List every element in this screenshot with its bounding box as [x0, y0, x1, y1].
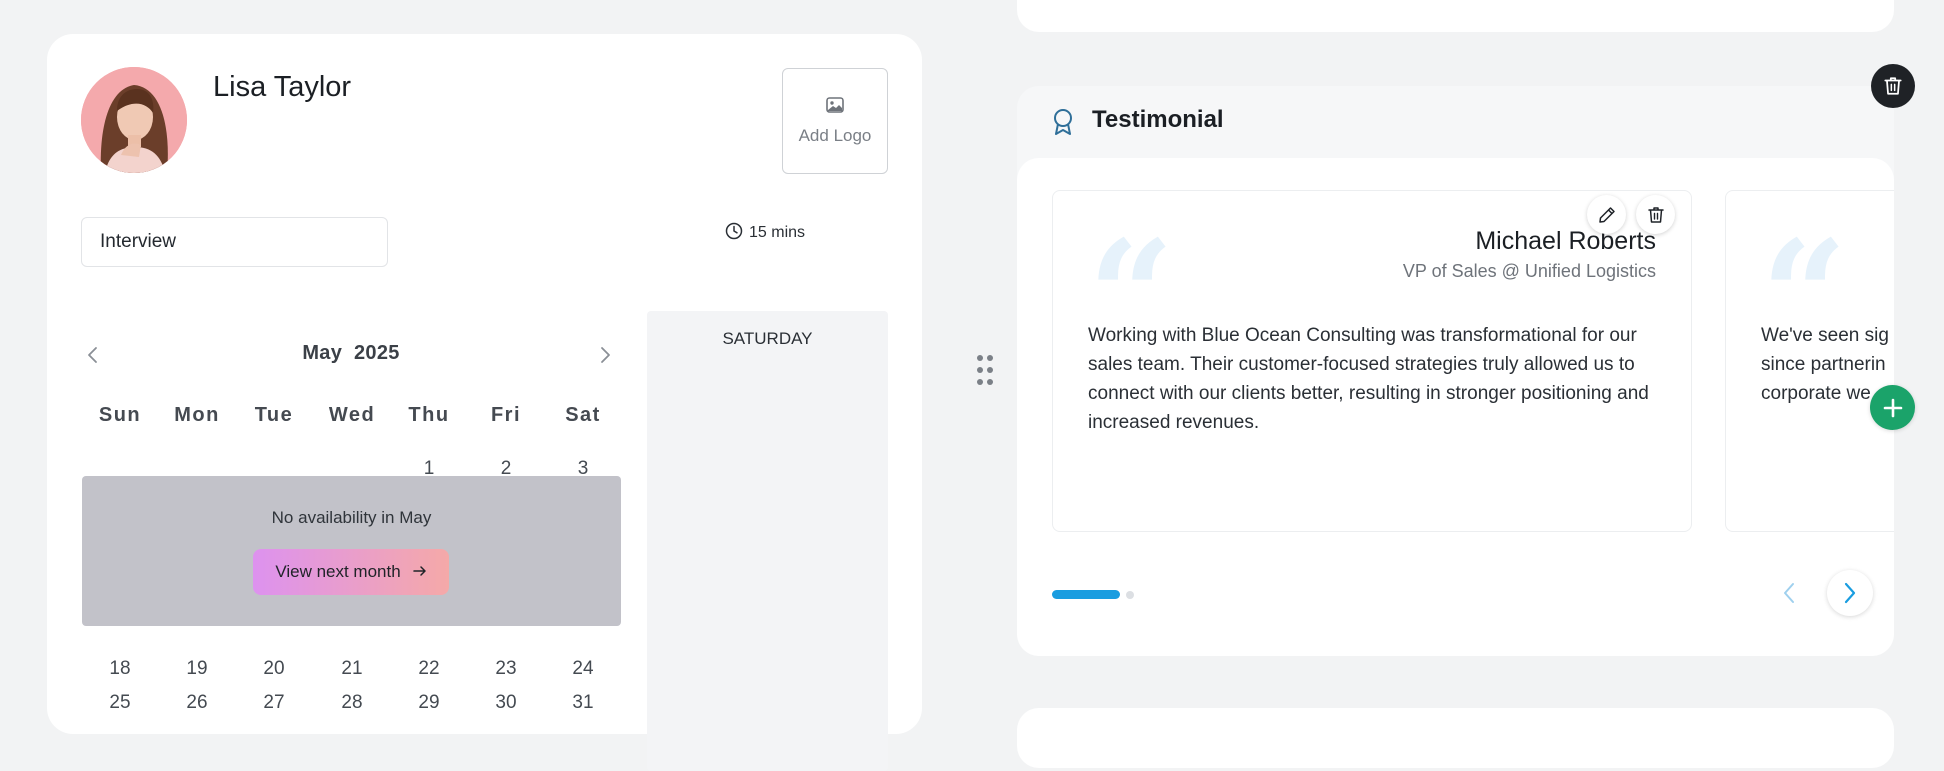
weekday-wed: Wed: [328, 404, 376, 426]
chevron-left-icon: [1784, 583, 1794, 603]
chevron-left-icon: [88, 347, 97, 363]
edit-testimonial-button[interactable]: [1587, 195, 1626, 234]
calendar-day[interactable]: 28: [313, 692, 391, 714]
testimonial-role: VP of Sales @ Unified Logistics: [1402, 261, 1656, 281]
calendar-day[interactable]: 22: [390, 658, 468, 680]
calendar-day[interactable]: 23: [467, 658, 545, 680]
carousel-prev-button[interactable]: [1767, 571, 1811, 615]
no-availability-overlay: No availability in May View next month: [82, 476, 621, 626]
weekday-tue: Tue: [254, 404, 294, 426]
drag-handle-icon[interactable]: [975, 355, 997, 389]
previous-section-card: [1017, 0, 1894, 32]
pagination-dot-active[interactable]: [1052, 590, 1120, 599]
calendar-day[interactable]: 30: [467, 692, 545, 714]
next-section-card: [1017, 708, 1894, 768]
calendar-day[interactable]: 27: [235, 692, 313, 714]
testimonial-section: Testimonial “ Michael Roberts VP of Sale…: [1017, 86, 1894, 656]
testimonial-card: “ We've seen sig since partnerin corpora…: [1725, 190, 1894, 532]
chevron-right-icon: [1844, 582, 1856, 604]
section-title: Testimonial: [1092, 106, 1224, 133]
quote-icon: “: [1088, 221, 1174, 291]
next-month-button[interactable]: [593, 343, 617, 367]
clock-icon: [725, 222, 743, 245]
view-next-month-label: View next month: [275, 562, 401, 581]
calendar-day[interactable]: 20: [235, 658, 313, 680]
testimonial-section-header: Testimonial: [1017, 86, 1894, 158]
previous-month-button[interactable]: [81, 343, 105, 367]
calendar-day[interactable]: 26: [158, 692, 236, 714]
weekday-thu: Thu: [408, 404, 450, 426]
duration-info: 15 mins: [725, 220, 805, 246]
testimonial-card-actions: [1587, 195, 1675, 234]
carousel-pagination: [1052, 590, 1134, 599]
duration-label: 15 mins: [749, 224, 806, 241]
testimonial-carousel: “ Michael Roberts VP of Sales @ Unified …: [1017, 158, 1894, 656]
host-name: Lisa Taylor: [213, 71, 352, 103]
carousel-next-button[interactable]: [1827, 570, 1873, 616]
trash-icon: [1884, 77, 1902, 95]
calendar-month-label: May 2025: [81, 342, 621, 365]
add-section-button[interactable]: [1870, 385, 1915, 430]
view-next-month-button[interactable]: View next month: [253, 549, 449, 595]
no-availability-message: No availability in May: [271, 508, 432, 527]
trash-icon: [1647, 206, 1664, 223]
calendar-day[interactable]: 29: [390, 692, 468, 714]
time-slots-column: SATURDAY: [647, 311, 888, 771]
calendar-day[interactable]: 19: [158, 658, 236, 680]
booking-card: Lisa Taylor Add Logo Interview 15 mins M…: [47, 34, 922, 771]
arrow-right-icon: [412, 562, 427, 582]
quote-icon: “: [1761, 221, 1847, 291]
calendar-day[interactable]: 24: [544, 658, 622, 680]
delete-section-button[interactable]: [1871, 64, 1915, 108]
calendar-day[interactable]: 31: [544, 692, 622, 714]
host-avatar: [81, 67, 187, 173]
delete-testimonial-button[interactable]: [1636, 195, 1675, 234]
pagination-dot[interactable]: [1126, 590, 1134, 599]
calendar-year: 2025: [353, 342, 400, 364]
plus-icon: [1883, 398, 1902, 417]
testimonial-text: Working with Blue Ocean Consulting was t…: [1088, 325, 1649, 433]
calendar-month: May: [302, 342, 343, 364]
add-logo-label: Add Logo: [798, 125, 872, 145]
testimonial-card: “ Michael Roberts VP of Sales @ Unified …: [1052, 190, 1692, 532]
add-logo-button[interactable]: Add Logo: [782, 68, 888, 174]
pencil-icon: [1598, 206, 1615, 223]
calendar-day[interactable]: 18: [81, 658, 159, 680]
calendar-day[interactable]: 25: [81, 692, 159, 714]
calendar-header: May 2025: [81, 340, 621, 370]
selected-day-name: SATURDAY: [722, 329, 813, 348]
weekday-mon: Mon: [174, 404, 220, 426]
event-type-field[interactable]: Interview: [81, 217, 388, 267]
image-icon: [826, 96, 844, 118]
award-icon: [1052, 108, 1074, 141]
calendar-day[interactable]: 21: [313, 658, 391, 680]
weekday-fri: Fri: [490, 404, 522, 426]
weekday-sat: Sat: [565, 404, 601, 426]
chevron-right-icon: [601, 347, 610, 363]
weekday-sun: Sun: [98, 404, 142, 426]
